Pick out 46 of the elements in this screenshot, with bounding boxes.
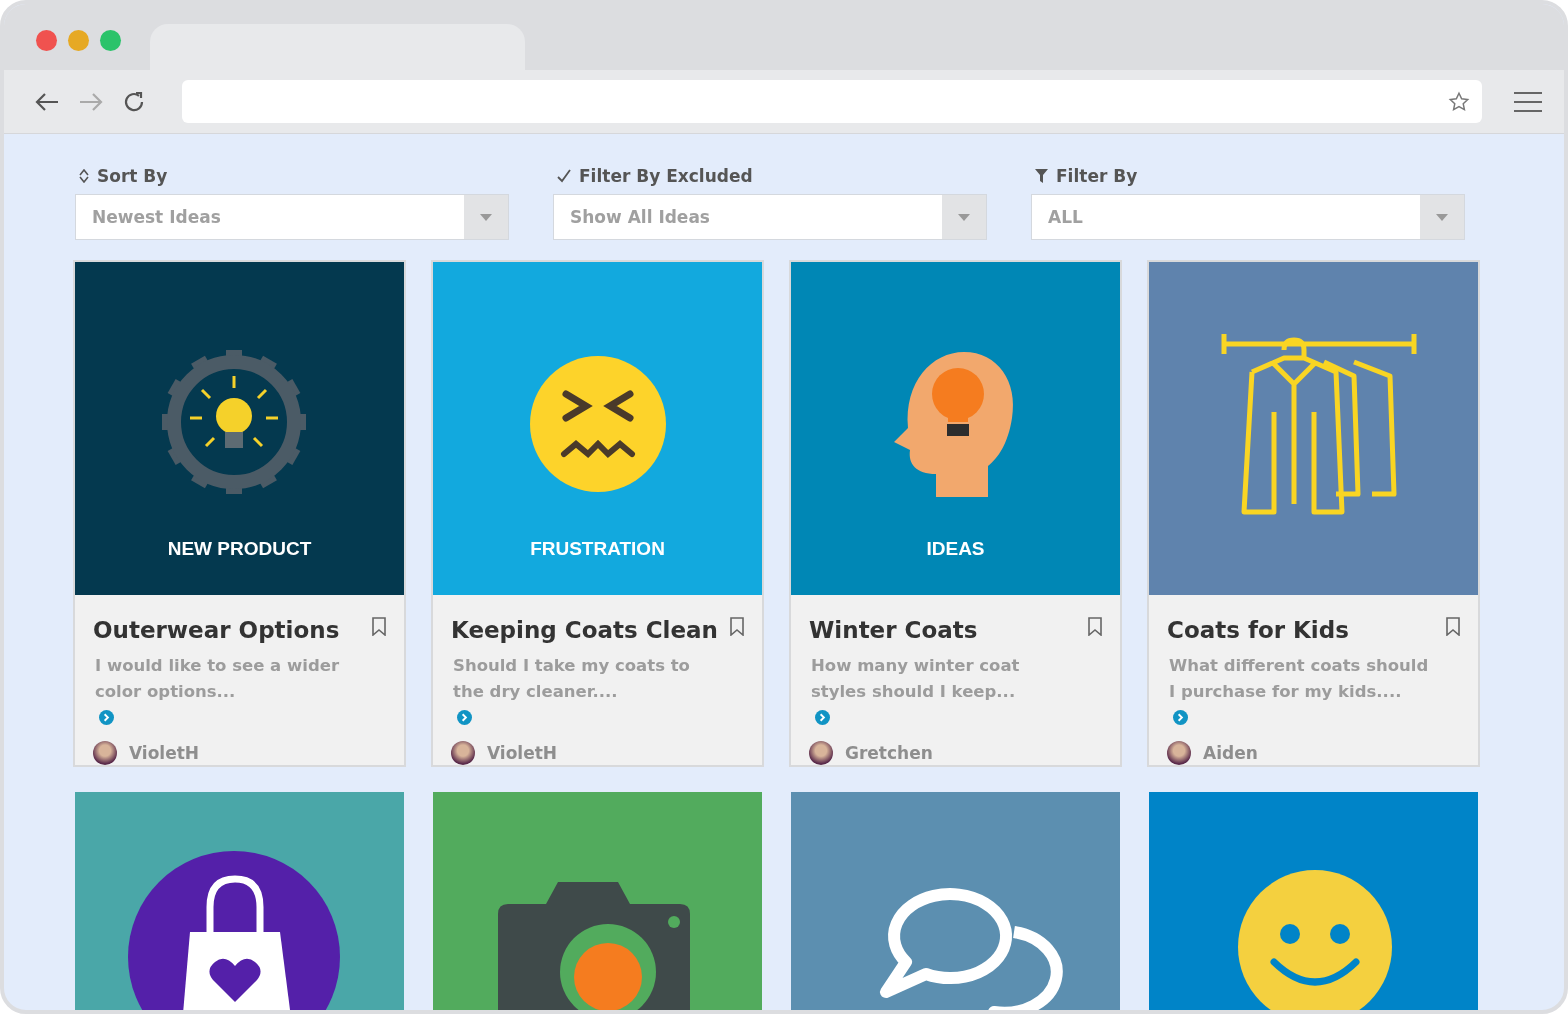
avatar [93, 741, 117, 765]
author-name[interactable]: Gretchen [845, 743, 933, 763]
idea-excerpt: What different coats should I purchase for my kids.... [1169, 655, 1430, 703]
back-icon[interactable] [34, 91, 60, 112]
idea-title[interactable]: Winter Coats [809, 617, 978, 643]
menu-icon[interactable] [1514, 90, 1542, 113]
checkmark-icon [557, 169, 571, 183]
filter-icon [1035, 169, 1048, 183]
caret-icon [1436, 213, 1448, 221]
avatar [1167, 741, 1191, 765]
idea-tile[interactable]: FRUSTRATION [433, 262, 762, 595]
dropdown[interactable]: Newest Ideas [75, 194, 509, 240]
caret-icon [958, 213, 970, 221]
reload-icon[interactable] [122, 89, 146, 114]
idea-title[interactable]: Coats for Kids [1167, 617, 1349, 643]
author-name[interactable]: VioletH [487, 743, 558, 763]
close-icon[interactable] [36, 30, 57, 51]
category-label: IDEAS [926, 538, 985, 560]
star-icon[interactable] [1448, 90, 1470, 113]
filter-label: Sort By [97, 166, 168, 186]
sort-icon [79, 169, 89, 183]
idea-title[interactable]: Outerwear Options [93, 617, 340, 643]
filter-label: Filter By Excluded [579, 166, 753, 186]
filter-label: Filter By [1056, 166, 1138, 186]
bookmark-icon[interactable] [1446, 617, 1460, 636]
forward-icon[interactable] [78, 91, 104, 112]
author-name[interactable]: VioletH [129, 743, 200, 763]
avatar [809, 741, 833, 765]
bookmark-icon[interactable] [730, 617, 744, 636]
author-name[interactable]: Aiden [1203, 743, 1258, 763]
caret-icon [480, 213, 492, 221]
idea-excerpt: I would like to see a wider color options... [95, 655, 341, 703]
avatar [451, 741, 475, 765]
bookmark-icon[interactable] [372, 617, 386, 636]
category-label: FRUSTRATION [530, 538, 665, 560]
category-label: NEW PRODUCT [167, 538, 312, 560]
idea-excerpt: Should I take my coats to the dry cleaner.... [453, 655, 691, 703]
idea-excerpt: How many winter coat styles should I keep... [811, 655, 1021, 703]
idea-tile[interactable]: NEW PRODUCT [75, 262, 404, 595]
dropdown[interactable]: Show All Ideas [553, 194, 987, 240]
bookmark-icon[interactable] [1088, 617, 1102, 636]
idea-tile[interactable] [1149, 262, 1478, 595]
idea-title[interactable]: Keeping Coats Clean [451, 617, 718, 643]
maximize-icon[interactable] [100, 30, 121, 51]
idea-tile[interactable]: IDEAS [791, 262, 1120, 595]
dropdown[interactable]: ALL [1031, 194, 1465, 240]
